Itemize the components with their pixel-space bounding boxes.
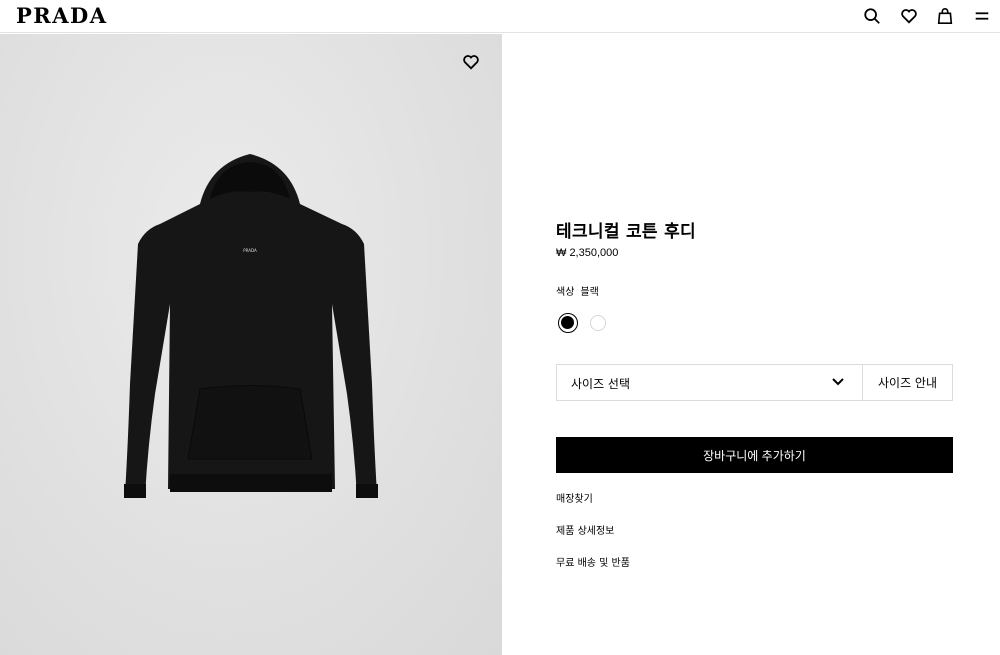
shipping-returns-link[interactable]: 무료 배송 및 반품 <box>556 554 630 569</box>
color-swatch-black[interactable] <box>558 313 578 333</box>
product-title: 테크니컬 코튼 후디 <box>556 222 696 242</box>
hoodie-logo-text: PRADA <box>243 248 257 253</box>
wishlist-heart-icon[interactable] <box>462 53 482 73</box>
size-guide-button[interactable]: 사이즈 안내 <box>863 365 952 400</box>
chevron-down-icon <box>832 378 844 386</box>
color-info: 색상 블랙 <box>556 283 599 298</box>
size-controls: 사이즈 선택 사이즈 안내 <box>556 364 953 401</box>
size-select-dropdown[interactable]: 사이즈 선택 <box>557 365 862 400</box>
menu-icon[interactable] <box>972 6 992 26</box>
add-to-cart-button[interactable]: 장바구니에 추가하기 <box>556 437 953 473</box>
size-select-label: 사이즈 선택 <box>571 377 631 391</box>
site-header: PRADA <box>0 0 1000 33</box>
product-details-link[interactable]: 제품 상세정보 <box>556 522 614 537</box>
heart-icon[interactable] <box>899 6 919 26</box>
search-icon[interactable] <box>862 6 882 26</box>
color-swatch-white[interactable] <box>590 315 606 331</box>
color-value: 블랙 <box>580 287 599 298</box>
hoodie-illustration: PRADA <box>124 154 378 498</box>
store-finder-link[interactable]: 매장찾기 <box>556 490 593 505</box>
product-price: ₩ 2,350,000 <box>556 247 619 259</box>
prada-logo[interactable]: PRADA <box>16 3 108 28</box>
product-image[interactable]: PRADA <box>0 34 502 655</box>
color-label: 색상 <box>556 287 575 298</box>
shopping-bag-icon[interactable] <box>935 6 955 26</box>
